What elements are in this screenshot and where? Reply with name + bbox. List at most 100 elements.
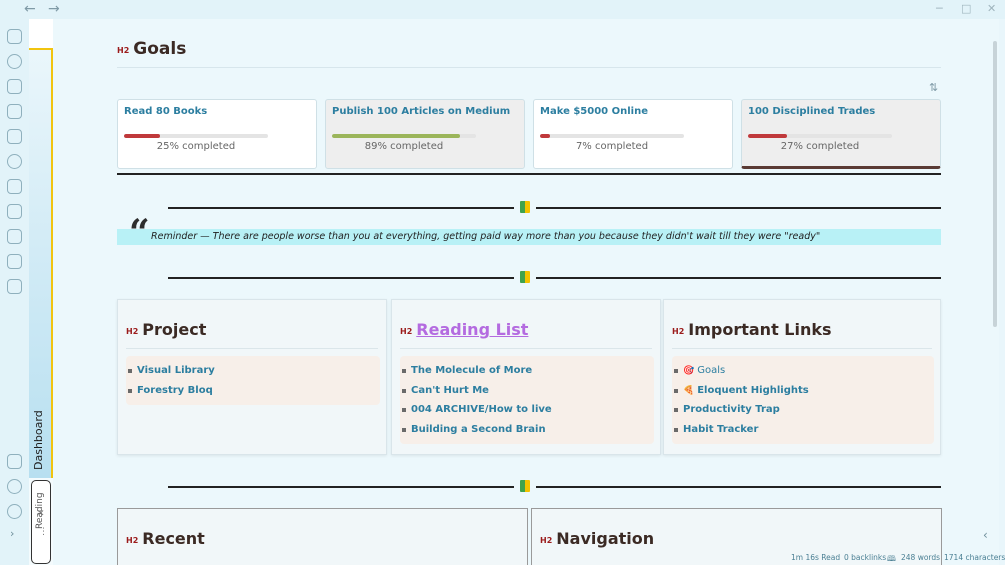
quote-icon: “: [129, 212, 150, 254]
goals-bottom-rule: [117, 173, 941, 175]
goal-card[interactable]: Read 80 Books 25% completed: [117, 99, 317, 169]
goal-title: 100 Disciplined Trades: [748, 106, 876, 117]
tab-dashboard[interactable]: Dashboard: [29, 48, 53, 478]
important-link-label: Eloquent Highlights: [697, 384, 809, 396]
project-link[interactable]: Visual Library: [126, 361, 380, 381]
heading-rule: [117, 67, 941, 68]
quote-text: Reminder — There are people worse than y…: [151, 231, 821, 242]
goal-card[interactable]: 100 Disciplined Trades 27% completed: [741, 99, 941, 169]
heading-rule: [400, 348, 652, 349]
arrow-right-icon[interactable]: →: [48, 1, 60, 17]
reading-list-heading: H2 Reading List: [400, 320, 528, 339]
grid-icon[interactable]: [7, 229, 22, 244]
checkbox-icon[interactable]: [7, 179, 22, 194]
project-list: Visual Library Forestry Bloq: [126, 356, 380, 405]
heading-rule: [126, 348, 378, 349]
goal-card[interactable]: Make $5000 Online 7% completed: [533, 99, 733, 169]
goal-progress-track: [332, 134, 476, 138]
title-bar: ← → ─ □ ✕: [0, 0, 1005, 19]
divider-line: [536, 277, 941, 279]
vault-icon[interactable]: [7, 454, 22, 469]
project-heading: H2 Project: [126, 320, 206, 339]
left-ribbon: ›: [0, 19, 29, 565]
calendar-icon[interactable]: [7, 104, 22, 119]
heading-level-tag: H2: [126, 327, 139, 336]
gear-icon[interactable]: [7, 504, 22, 519]
heading-level-tag: H2: [126, 536, 139, 545]
reading-list-link[interactable]: The Molecule of More: [400, 361, 654, 381]
navigation-heading-text: Navigation: [556, 529, 655, 548]
goal-progress-track: [124, 134, 268, 138]
minimize-button[interactable]: ─: [936, 2, 943, 15]
reading-list-panel: H2 Reading List The Molecule of More Can'…: [391, 299, 661, 455]
project-link[interactable]: Forestry Bloq: [126, 381, 380, 401]
beginner-badge-icon: [520, 480, 530, 492]
recent-heading-text: Recent: [142, 529, 205, 548]
sort-icon[interactable]: ⇅: [929, 81, 938, 94]
divider-line: [168, 207, 514, 209]
important-links-heading-text: Important Links: [688, 320, 832, 339]
close-tab-icon[interactable]: ✕: [37, 509, 45, 519]
status-characters: 1714 characters: [944, 553, 1005, 562]
canvas-icon[interactable]: [7, 254, 22, 269]
goal-progress-track: [748, 134, 892, 138]
important-links-heading: H2 Important Links: [672, 320, 832, 339]
chevron-left-icon[interactable]: ‹: [983, 528, 988, 542]
reading-list-link[interactable]: Building a Second Brain: [400, 420, 654, 440]
heading-level-tag: H2: [400, 327, 413, 336]
navigation-heading: H2 Navigation: [540, 529, 654, 548]
more-options-icon[interactable]: ⋮: [39, 527, 48, 537]
tab-dashboard-label: Dashboard: [32, 410, 45, 470]
divider-line: [168, 277, 514, 279]
reading-list-link[interactable]: Can't Hurt Me: [400, 381, 654, 401]
status-words: 248 words: [901, 553, 941, 562]
project-panel: H2 Project Visual Library Forestry Bloq: [117, 299, 387, 455]
goal-title: Publish 100 Articles on Medium: [332, 106, 511, 117]
goal-card[interactable]: Publish 100 Articles on Medium 89% comple…: [325, 99, 525, 169]
file-icon[interactable]: [7, 29, 22, 44]
important-links-panel: H2 Important Links 🎯 Goals 🍕 Eloquent Highl…: [663, 299, 941, 455]
goal-progress-fill: [332, 134, 461, 138]
important-link[interactable]: Productivity Trap: [672, 400, 934, 420]
chevron-right-icon[interactable]: ›: [10, 527, 14, 540]
graph-icon[interactable]: [7, 154, 22, 169]
important-link[interactable]: Habit Tracker: [672, 420, 934, 440]
goal-progress-label: 7% completed: [575, 141, 649, 152]
book-icon[interactable]: [7, 79, 22, 94]
reading-list-heading-link[interactable]: Reading List: [416, 320, 528, 339]
goals-heading-text: Goals: [133, 39, 187, 59]
recent-heading: H2 Recent: [126, 529, 205, 548]
help-icon[interactable]: [7, 479, 22, 494]
important-link[interactable]: 🎯 Goals: [672, 361, 934, 381]
document-icon[interactable]: [7, 129, 22, 144]
goal-title: Make $5000 Online: [540, 106, 648, 117]
scrollbar[interactable]: [993, 41, 997, 327]
important-links-list: 🎯 Goals 🍕 Eloquent Highlights Productivity…: [672, 356, 934, 444]
important-link-label: Productivity Trap: [683, 404, 780, 415]
heading-level-tag: H2: [540, 536, 553, 545]
arrow-left-icon[interactable]: ←: [24, 1, 36, 17]
recent-panel: H2 Recent: [117, 508, 528, 565]
important-link[interactable]: 🍕 Eloquent Highlights: [672, 381, 934, 401]
book-icon: 🕮: [887, 554, 896, 563]
divider-line: [168, 486, 514, 488]
maximize-button[interactable]: □: [961, 2, 971, 15]
note-content: H2 Goals ⇅ Read 80 Books 25% completed Publ…: [53, 19, 999, 565]
daily-note-icon[interactable]: [7, 279, 22, 294]
important-link-label: Habit Tracker: [683, 423, 759, 435]
project-heading-text: Project: [142, 320, 207, 339]
pizza-icon: 🍕: [683, 385, 695, 396]
reading-list-link[interactable]: 004 ARCHIVE/How to live: [400, 400, 654, 420]
status-backlinks[interactable]: 0 backlinks: [844, 553, 886, 562]
goal-progress-fill: [540, 134, 551, 138]
goal-progress-label: 27% completed: [780, 141, 860, 152]
code-icon[interactable]: [7, 54, 22, 69]
tab-reading[interactable]: Reading ✕ ⋮: [31, 480, 51, 564]
tab-spacer: [29, 19, 53, 49]
goal-progress-label: 25% completed: [156, 141, 236, 152]
image-icon[interactable]: [7, 204, 22, 219]
close-button[interactable]: ✕: [987, 2, 996, 15]
goal-progress-fill: [124, 134, 160, 138]
goals-heading: H2 Goals: [117, 39, 186, 59]
divider-line: [536, 486, 941, 488]
